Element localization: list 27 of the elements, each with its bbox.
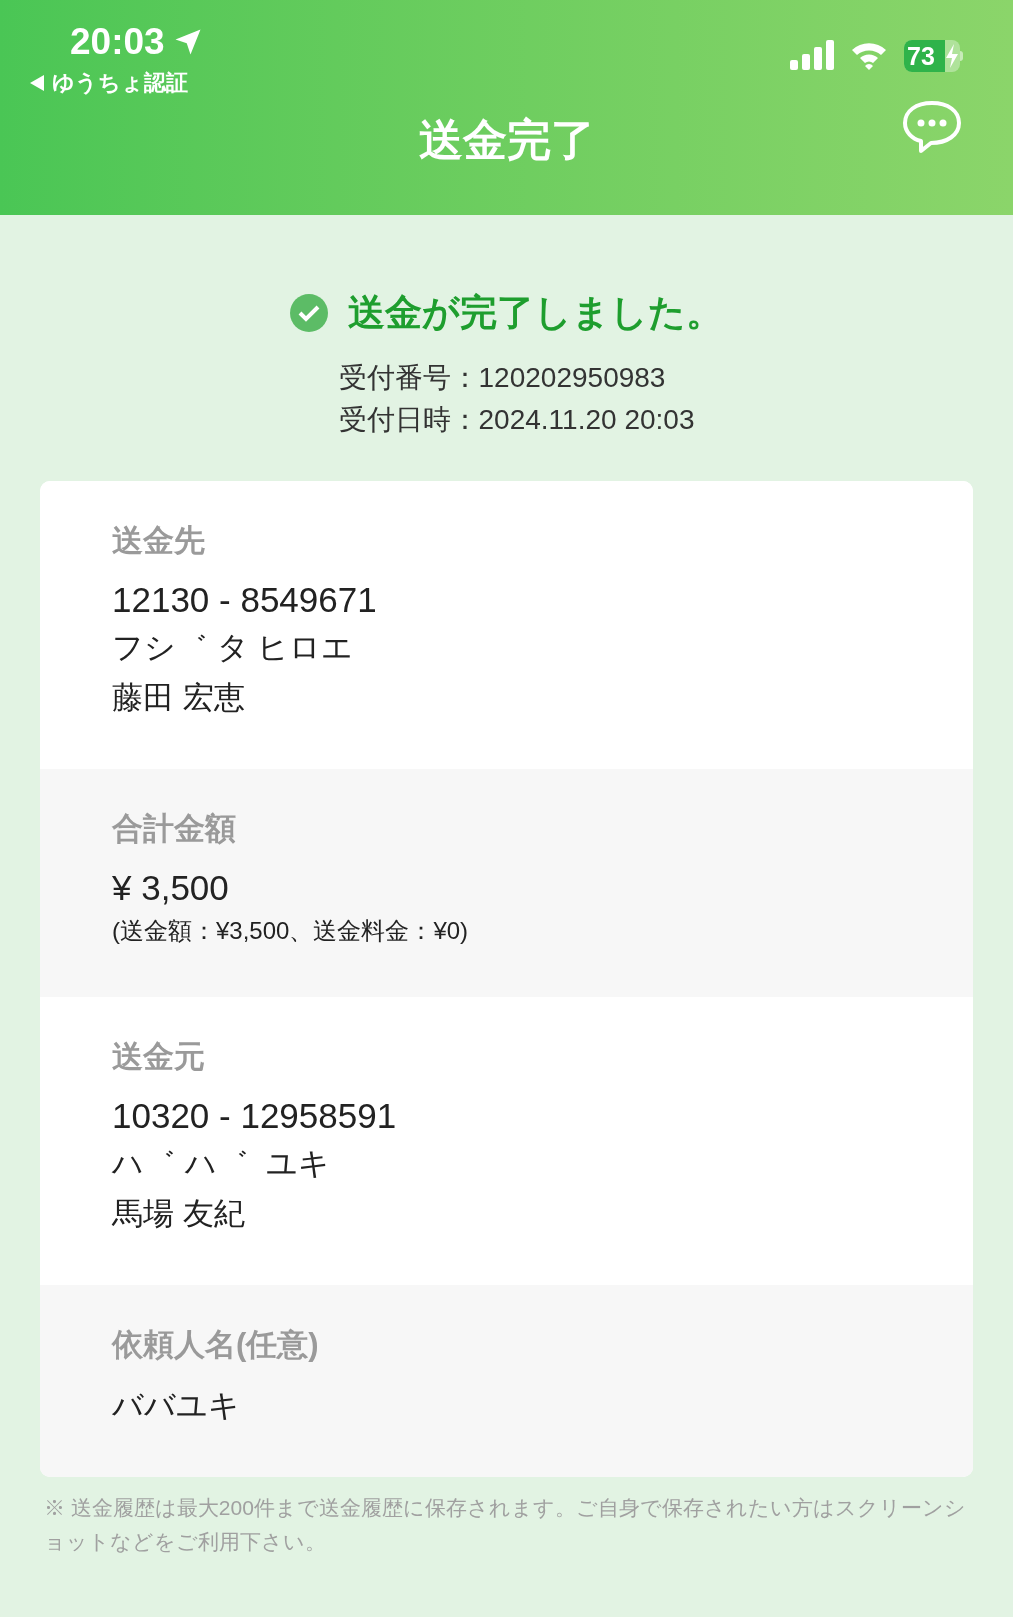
section-label: 送金元 — [112, 1037, 206, 1076]
section-value: フシ゛ タ ヒロエ — [112, 628, 355, 667]
chat-button[interactable] — [901, 99, 963, 155]
section-value: 10320 - 12958591 — [112, 1094, 398, 1137]
chat-bubble-icon — [901, 99, 963, 155]
status-time: 20:03 — [70, 20, 165, 64]
section-value: ハ゛ ハ゛ ユキ — [112, 1144, 331, 1183]
wifi-icon — [850, 40, 888, 70]
receipt-info: 受付日時：2024.11.20 20:03 — [338, 402, 695, 437]
back-link[interactable]: ゆうちょ認証 — [30, 66, 203, 99]
page-title: 送金完了 — [418, 114, 595, 166]
footnote: ※ 送金履歴は最大200件まで送金履歴に保存されます。ご自身で保存されたい方はスクリーンショットなどをご利用下さい。 — [43, 1494, 967, 1555]
battery-percent: 73 — [907, 43, 935, 69]
receipt-info: 受付番号：120202950983 — [338, 360, 667, 395]
section-value: 12130 - 8549671 — [112, 578, 378, 621]
section-value: (送金額：¥3,500、送金料金：¥0) — [112, 915, 470, 946]
section-value: 藤田 宏恵 — [112, 678, 246, 717]
section-label: 送金先 — [112, 521, 206, 560]
section-value: ¥ 3,500 — [112, 866, 230, 909]
section-label: 依頼人名(任意) — [112, 1325, 320, 1364]
check-circle-icon — [290, 293, 328, 332]
section-value: ババユキ — [112, 1386, 241, 1425]
success-message: 送金が完了しました。 — [348, 291, 723, 335]
section-label: 合計金額 — [112, 809, 237, 848]
back-triangle-icon — [30, 74, 44, 91]
section-value: 馬場 友紀 — [112, 1194, 246, 1233]
signal-icon — [790, 40, 834, 70]
